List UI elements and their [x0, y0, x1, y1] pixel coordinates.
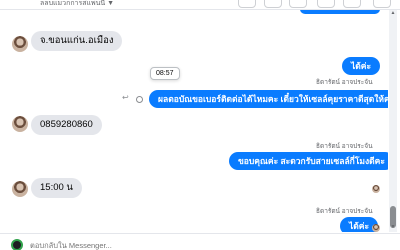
message-incoming: 0859280860 — [31, 115, 102, 135]
timestamp-tooltip: 08:57 — [150, 67, 180, 80]
chat-header-subtitle[interactable]: ลลบแมวกการสแพนนี ▼ — [40, 0, 114, 9]
page-avatar — [11, 239, 23, 250]
seen-avatar — [372, 185, 380, 193]
message-outgoing: ขอบคุณค่ะ สะดวกรับสายเซลล์กี่โมงดีคะ — [229, 152, 388, 170]
sender-name: ธิดารัตน์ อาจประจัน — [316, 143, 373, 150]
header-action-button[interactable] — [343, 0, 361, 8]
message-outgoing-cut — [300, 10, 380, 14]
scroll-up-icon[interactable]: ▲ — [389, 10, 397, 16]
message-thread[interactable]: จ.ขอนแก่น.อเมือง ได้ค่ะ 08:57 ธิดารัตน์ … — [0, 10, 388, 232]
reply-icon[interactable]: ↩ — [122, 93, 129, 102]
reply-input[interactable] — [30, 240, 370, 250]
sender-name: ธิดารัตน์ อาจประจัน — [316, 79, 373, 86]
contact-avatar — [12, 116, 28, 132]
header-action-button[interactable] — [238, 0, 256, 8]
header-action-button[interactable] — [373, 0, 391, 8]
react-icon[interactable] — [136, 96, 143, 103]
message-outgoing: ได้ค่ะ — [342, 57, 381, 75]
contact-avatar — [12, 36, 28, 52]
sender-name: ธิดารัตน์ อาจประจัน — [316, 208, 373, 215]
chat-header: ลลบแมวกการสแพนนี ▼ — [0, 0, 400, 10]
seen-avatar — [372, 224, 380, 232]
message-composer — [0, 233, 400, 250]
message-incoming: 15:00 น — [31, 178, 82, 198]
message-incoming: จ.ขอนแก่น.อเมือง — [31, 31, 123, 51]
contact-avatar — [12, 181, 28, 197]
thread-scrollbar[interactable]: ▲ ▼ — [389, 10, 397, 232]
header-action-button[interactable] — [317, 0, 335, 8]
message-outgoing: ผลตอบัณขอเบอร์ติดต่อได้ไหมคะ เดี๋ยวให้เซ… — [149, 90, 388, 108]
header-action-button[interactable] — [264, 0, 282, 8]
header-action-button[interactable] — [289, 0, 307, 8]
scroll-down-icon[interactable]: ▼ — [389, 224, 397, 230]
